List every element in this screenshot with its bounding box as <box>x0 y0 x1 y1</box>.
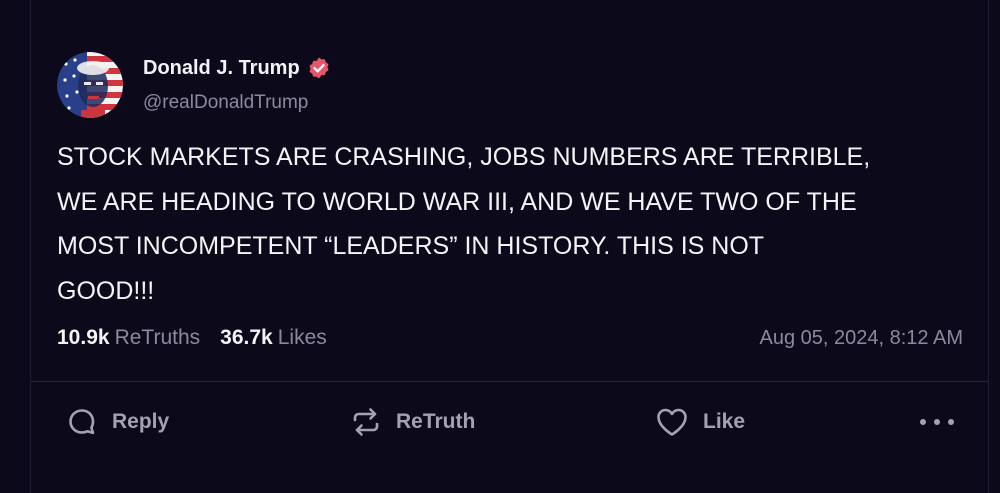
actions-divider <box>31 381 988 382</box>
avatar-image <box>57 52 123 118</box>
ellipsis-dot <box>934 419 940 425</box>
likes-label: Likes <box>277 326 327 349</box>
more-options-button[interactable] <box>920 410 954 434</box>
verified-badge-icon <box>307 56 331 80</box>
retruth-icon <box>350 406 382 438</box>
heart-icon <box>655 406 689 438</box>
likes-count: 36.7k <box>220 326 273 349</box>
retruth-label: ReTruth <box>396 410 476 433</box>
post-body: STOCK MARKETS ARE CRASHING, JOBS NUMBERS… <box>57 143 871 305</box>
post-left-border <box>30 0 31 493</box>
retruths-stat[interactable]: 10.9k ReTruths <box>57 326 200 350</box>
author-name[interactable]: Donald J. Trump <box>143 57 300 80</box>
reply-icon <box>66 406 98 438</box>
ellipsis-dot <box>948 419 954 425</box>
likes-stat[interactable]: 36.7k Likes <box>220 326 327 350</box>
author-avatar[interactable] <box>57 52 123 118</box>
post-stats: 10.9k ReTruths 36.7k Likes <box>57 326 347 350</box>
truth-post: Donald J. Trump @realDonaldTrump STOCK M… <box>0 0 1000 493</box>
ellipsis-icon <box>920 419 926 425</box>
author-name-row[interactable]: Donald J. Trump <box>143 56 331 80</box>
post-right-border <box>988 0 989 493</box>
author-handle[interactable]: @realDonaldTrump <box>143 92 308 114</box>
post-timestamp[interactable]: Aug 05, 2024, 8:12 AM <box>760 327 964 350</box>
like-button[interactable]: Like <box>655 402 745 442</box>
retruth-button[interactable]: ReTruth <box>350 402 475 442</box>
retruths-count: 10.9k <box>57 326 110 349</box>
retruths-label: ReTruths <box>114 326 201 349</box>
like-label: Like <box>703 410 746 433</box>
reply-label: Reply <box>112 410 170 433</box>
reply-button[interactable]: Reply <box>66 402 169 442</box>
